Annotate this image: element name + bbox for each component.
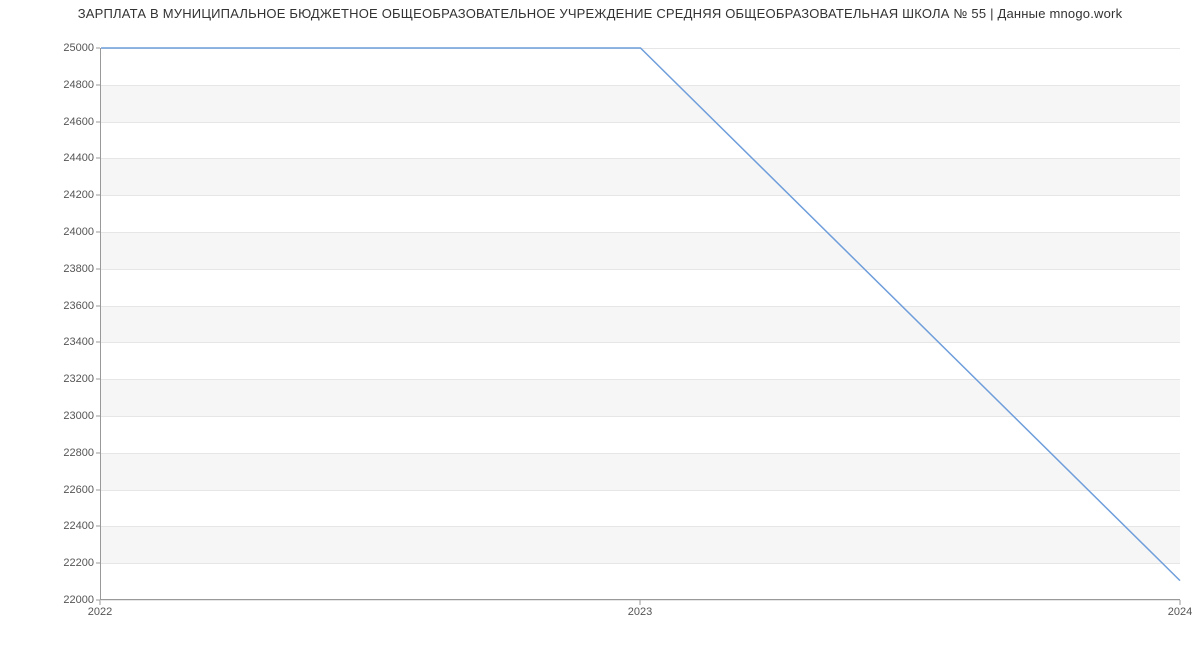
y-gridline	[101, 600, 1180, 601]
y-tick-mark	[96, 232, 100, 233]
y-tick-mark	[96, 379, 100, 380]
y-tick-label: 24400	[34, 152, 94, 164]
x-tick-label: 2023	[628, 606, 652, 618]
y-tick-label: 23800	[34, 263, 94, 275]
y-tick-label: 25000	[34, 42, 94, 54]
y-tick-label: 24600	[34, 116, 94, 128]
y-tick-label: 22400	[34, 520, 94, 532]
y-tick-label: 23400	[34, 336, 94, 348]
x-tick-label: 2024	[1168, 606, 1192, 618]
chart-container: ЗАРПЛАТА В МУНИЦИПАЛЬНОЕ БЮДЖЕТНОЕ ОБЩЕО…	[0, 0, 1200, 650]
y-tick-mark	[96, 526, 100, 527]
y-tick-mark	[96, 416, 100, 417]
x-tick-mark	[100, 600, 101, 605]
y-tick-label: 23200	[34, 373, 94, 385]
x-tick-mark	[640, 600, 641, 605]
line-series	[101, 48, 1180, 599]
y-tick-label: 24200	[34, 189, 94, 201]
y-tick-mark	[96, 342, 100, 343]
y-tick-label: 23000	[34, 410, 94, 422]
plot-area	[100, 48, 1180, 600]
y-tick-mark	[96, 452, 100, 453]
y-tick-label: 22000	[34, 594, 94, 606]
y-tick-mark	[96, 305, 100, 306]
y-tick-mark	[96, 158, 100, 159]
y-tick-mark	[96, 84, 100, 85]
y-tick-label: 22600	[34, 484, 94, 496]
y-tick-mark	[96, 121, 100, 122]
x-tick-label: 2022	[88, 606, 112, 618]
y-tick-mark	[96, 195, 100, 196]
x-tick-mark	[1180, 600, 1181, 605]
y-tick-mark	[96, 48, 100, 49]
y-tick-label: 22200	[34, 557, 94, 569]
y-tick-mark	[96, 563, 100, 564]
y-tick-mark	[96, 268, 100, 269]
y-tick-label: 22800	[34, 447, 94, 459]
y-tick-label: 24800	[34, 79, 94, 91]
y-tick-mark	[96, 489, 100, 490]
y-tick-label: 23600	[34, 300, 94, 312]
data-line	[101, 48, 1180, 581]
chart-title: ЗАРПЛАТА В МУНИЦИПАЛЬНОЕ БЮДЖЕТНОЕ ОБЩЕО…	[0, 6, 1200, 21]
y-tick-label: 24000	[34, 226, 94, 238]
